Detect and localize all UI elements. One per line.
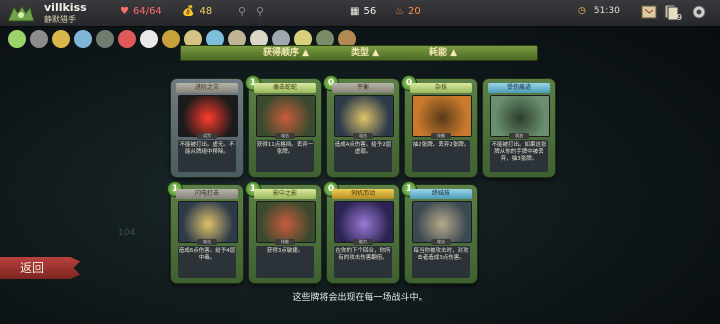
hat-icon[interactable] — [52, 30, 70, 48]
card-type: 攻击 — [431, 239, 451, 245]
leaf-icon[interactable] — [162, 30, 180, 48]
card-title: 痛击蛇蛇 — [254, 83, 316, 93]
card-type: 技能 — [431, 133, 451, 139]
card-description: 获得11点格挡。丢弃一张牌。 — [256, 140, 314, 172]
card-description: 不能被打出。虚无。不能从牌组中移除。 — [178, 140, 236, 172]
card-description: 造成4点伤害。给予2层虚弱。 — [334, 140, 392, 172]
footer-hint: 这些牌将会出现在每一场战斗中。 — [292, 293, 428, 303]
card-description: 不能被打出。如果这张牌从你的手牌中被丢弃，抽3张牌。 — [490, 140, 548, 172]
ascension-flame-icon: ♨ — [395, 6, 404, 17]
card[interactable]: 1 终结技 攻击 每当你被攻击时，对攻击者造成3点伤害。 — [401, 181, 478, 284]
card-title: 平衡 — [332, 83, 394, 93]
heart-icon: ♥ — [120, 6, 129, 17]
settings-gear-icon[interactable] — [690, 3, 708, 21]
bird-icon[interactable] — [140, 30, 158, 48]
player-class: 静默猎手 — [44, 15, 76, 24]
card-type: 能力 — [353, 239, 373, 245]
card[interactable]: 0 伺机而动 能力 在你的下个回合，你所有的攻击伤害翻倍。 — [323, 181, 400, 284]
gold-bag-icon: 💰 — [182, 6, 195, 17]
card-type: 状态 — [509, 133, 529, 139]
card-art — [334, 95, 394, 137]
potion-slot-icon[interactable]: ⚲ — [238, 5, 246, 18]
card-type: 技能 — [275, 239, 295, 245]
ascension-value: 20 — [407, 6, 421, 17]
card-art — [178, 201, 238, 243]
card-title: 终结技 — [410, 189, 472, 199]
floor-display: ▦ 56 — [350, 6, 376, 17]
potion-slot-icon[interactable]: ⚲ — [256, 5, 264, 18]
card-title: 影中之影 — [254, 189, 316, 199]
card[interactable]: 进阶之灾诅咒 不能被打出。虚无。不能从牌组中移除。 — [170, 78, 244, 178]
card[interactable]: 0 杂技 技能 抽2张牌。丢弃2张牌。 — [401, 75, 478, 178]
sort-bar: 获得顺序 ▲ 类型 ▲ 耗能 ▲ — [180, 45, 538, 61]
clock-icon: ◷ — [578, 6, 586, 16]
card-art — [178, 95, 238, 137]
card[interactable]: 1 痛击蛇蛇 攻击 获得11点格挡。丢弃一张牌。 — [245, 75, 322, 178]
gold-display: 💰 48 — [182, 6, 212, 17]
card-art — [256, 201, 316, 243]
player-name: villkiss — [44, 1, 87, 14]
card-title: 伺机而动 — [332, 189, 394, 199]
card-art — [256, 95, 316, 137]
card-art — [412, 95, 472, 137]
deck-count: 9 — [677, 13, 683, 22]
back-button[interactable]: 返回 — [0, 257, 80, 279]
card-description: 在你的下个回合，你所有的攻击伤害翻倍。 — [334, 246, 392, 278]
character-avatar-icon[interactable] — [4, 3, 36, 25]
gift-icon[interactable] — [118, 30, 136, 48]
card[interactable]: 受伤痕迹状态 不能被打出。如果这张牌从你的手牌中被丢弃，抽3张牌。 — [482, 78, 556, 178]
card-type: 攻击 — [275, 133, 295, 139]
card-type: 攻击 — [197, 239, 217, 245]
gold-value: 48 — [199, 6, 213, 17]
card-title: 杂技 — [410, 83, 472, 93]
card-title: 受伤痕迹 — [488, 83, 550, 93]
floor-value: 56 — [363, 6, 377, 17]
card-title: 进阶之灾 — [176, 83, 238, 93]
hp-value: 64/64 — [132, 6, 162, 17]
card-description: 造成6点伤害。给予4层中毒。 — [178, 246, 236, 278]
ascension-display: ♨ 20 — [395, 6, 421, 17]
sort-acquired-button[interactable]: 获得顺序 ▲ — [263, 46, 309, 60]
card[interactable]: 1 影中之影 技能 获得3点敏捷。 — [245, 181, 322, 284]
card-art — [490, 95, 550, 137]
card-description: 获得3点敏捷。 — [256, 246, 314, 278]
stone-icon[interactable] — [96, 30, 114, 48]
map-icon[interactable] — [640, 3, 658, 21]
card-art — [412, 201, 472, 243]
sort-cost-button[interactable]: 耗能 ▲ — [429, 46, 457, 60]
feather-icon[interactable] — [74, 30, 92, 48]
card-description: 抽2张牌。丢弃2张牌。 — [412, 140, 470, 172]
card-type: 攻击 — [353, 133, 373, 139]
timer-value: 51:30 — [593, 6, 620, 16]
bag-icon[interactable] — [30, 30, 48, 48]
floor-icon: ▦ — [350, 6, 360, 17]
timer-display: ◷ 51:30 — [578, 6, 620, 16]
card-type: 诅咒 — [197, 133, 217, 139]
sort-type-button[interactable]: 类型 ▲ — [351, 46, 379, 60]
card[interactable]: 0 平衡 攻击 造成4点伤害。给予2层虚弱。 — [323, 75, 400, 178]
card-title: 闪电打击 — [176, 189, 238, 199]
top-bar: villkiss 静默猎手 ♥ 64/64 💰 48 ⚲ ⚲ ▦ 56 ♨ 20… — [0, 0, 720, 27]
hp-display: ♥ 64/64 — [120, 6, 162, 17]
card-description: 每当你被攻击时，对攻击者造成3点伤害。 — [412, 246, 470, 278]
card-art — [334, 201, 394, 243]
ring-icon[interactable] — [8, 30, 26, 48]
background-hp-text: 104 — [118, 228, 136, 238]
card[interactable]: 1 闪电打击 攻击 造成6点伤害。给予4层中毒。 — [167, 181, 244, 284]
